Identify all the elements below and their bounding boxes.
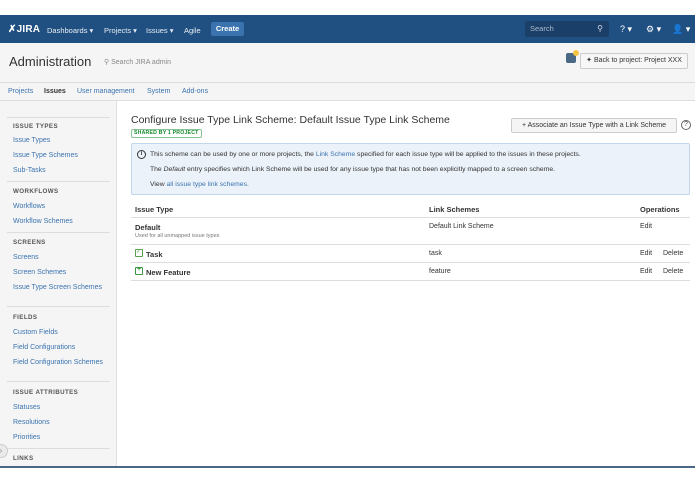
sidebar-item-issue-type-schemes[interactable]: Issue Type Schemes (13, 152, 108, 160)
sidebar-divider (7, 117, 110, 118)
nav-dashboards[interactable]: Dashboards ▾ (47, 26, 93, 35)
top-nav-bar: ✗JIRA Dashboards ▾ Projects ▾ Issues ▾ A… (0, 15, 695, 43)
collapse-sidebar-icon[interactable]: › (0, 444, 8, 458)
info-text: specified for each issue type will be ap… (357, 151, 581, 158)
sidebar-heading-workflows: WORKFLOWS (13, 188, 59, 195)
info-line-1: This scheme can be used by one or more p… (150, 151, 581, 158)
tab-add-ons[interactable]: Add-ons (182, 88, 208, 95)
row-task-scheme-link[interactable]: task (429, 250, 442, 257)
help-icon[interactable]: ? (681, 120, 691, 130)
sidebar-item-screen-schemes[interactable]: Screen Schemes (13, 269, 108, 277)
sidebar-item-field-configurations[interactable]: Field Configurations (13, 344, 108, 352)
info-text: This scheme can be used by one or more p… (150, 151, 314, 158)
admin-search-placeholder: Search JIRA admin (111, 59, 171, 66)
footer-divider (0, 466, 695, 468)
page-title: Administration (9, 54, 92, 69)
sidebar-item-workflows[interactable]: Workflows (13, 203, 108, 211)
admin-sidebar: ISSUE TYPES Issue Types Issue Type Schem… (0, 101, 117, 466)
column-header-issue-type: Issue Type (135, 205, 174, 214)
info-message: i This scheme can be used by one or more… (131, 143, 690, 195)
gear-icon[interactable]: ⚙ ▾ (646, 24, 661, 35)
sidebar-item-priorities[interactable]: Priorities (13, 434, 108, 442)
sidebar-heading-issue-attributes: ISSUE ATTRIBUTES (13, 389, 79, 396)
sidebar-item-sub-tasks[interactable]: Sub-Tasks (13, 167, 108, 175)
info-icon: i (137, 150, 146, 159)
info-emphasis: Default (163, 166, 186, 173)
admin-tabs: Projects Issues User management System A… (0, 83, 695, 101)
search-icon: ⚲ (597, 24, 603, 33)
sidebar-item-field-configuration-schemes[interactable]: Field Configuration Schemes (13, 359, 108, 367)
associate-issue-type-button[interactable]: + Associate an Issue Type with a Link Sc… (511, 118, 677, 133)
sidebar-divider (7, 448, 110, 449)
row-task-type: Task (146, 250, 163, 259)
column-header-link-schemes: Link Schemes (429, 205, 480, 214)
table-row-divider (131, 244, 690, 245)
sidebar-item-custom-fields[interactable]: Custom Fields (13, 329, 108, 337)
sidebar-divider (7, 381, 110, 382)
tab-projects[interactable]: Projects (8, 88, 33, 95)
help-menu-icon[interactable]: ? ▾ (620, 24, 632, 35)
nav-projects[interactable]: Projects ▾ (104, 26, 137, 35)
sidebar-item-statuses[interactable]: Statuses (13, 404, 108, 412)
tab-system[interactable]: System (147, 88, 170, 95)
row-task-edit-link[interactable]: Edit (640, 250, 652, 257)
new-feature-icon (135, 266, 143, 275)
column-header-operations: Operations (640, 205, 680, 214)
user-avatar-icon[interactable]: 👤 ▾ (672, 24, 690, 35)
row-new-feature-type: New Feature (146, 268, 191, 277)
tab-issues[interactable]: Issues (44, 88, 66, 95)
sidebar-item-workflow-schemes[interactable]: Workflow Schemes (13, 218, 108, 226)
info-text: entry specifies which Link Scheme will b… (187, 166, 556, 173)
sidebar-item-screens[interactable]: Screens (13, 254, 108, 262)
sidebar-item-issue-types[interactable]: Issue Types (13, 137, 108, 145)
sidebar-heading-fields: FIELDS (13, 314, 38, 321)
scheme-title: Configure Issue Type Link Scheme: Defaul… (131, 114, 450, 126)
all-schemes-link[interactable]: all issue type link schemes. (167, 181, 249, 188)
row-task-delete-link[interactable]: Delete (663, 250, 683, 257)
sidebar-heading-screens: SCREENS (13, 239, 46, 246)
row-new-feature-edit-link[interactable]: Edit (640, 268, 652, 275)
admin-header: Administration ⚲ Search JIRA admin ✦ Bac… (0, 43, 695, 83)
info-line-2: The Default entry specifies which Link S… (150, 166, 555, 173)
row-new-feature-delete-link[interactable]: Delete (663, 268, 683, 275)
row-new-feature-scheme-link[interactable]: feature (429, 268, 451, 275)
back-to-project-label: Back to project: Project XXX (593, 57, 682, 64)
back-to-project-button[interactable]: ✦ Back to project: Project XXX (580, 53, 688, 69)
row-default-edit-link[interactable]: Edit (640, 223, 652, 230)
sidebar-divider (7, 232, 110, 233)
nav-issues[interactable]: Issues ▾ (146, 26, 174, 35)
sidebar-item-resolutions[interactable]: Resolutions (13, 419, 108, 427)
search-placeholder: Search (530, 24, 554, 33)
task-icon (135, 248, 143, 257)
arrow-left-icon: ✦ (586, 57, 594, 64)
create-button[interactable]: Create (211, 22, 244, 36)
info-text: View (150, 181, 165, 188)
jira-logo-text: JIRA (16, 24, 41, 35)
table-row-divider (131, 280, 690, 281)
link-scheme-link[interactable]: Link Scheme (316, 151, 355, 158)
shared-badge[interactable]: SHARED BY 1 PROJECT (131, 129, 202, 138)
info-text: The (150, 166, 162, 173)
jira-logo[interactable]: ✗JIRA (8, 24, 40, 35)
search-input[interactable]: Search ⚲ (525, 21, 609, 37)
nav-agile[interactable]: Agile (184, 26, 201, 35)
associate-issue-type-label: Associate an Issue Type with a Link Sche… (527, 122, 667, 129)
row-default-scheme-link[interactable]: Default Link Scheme (429, 223, 494, 230)
admin-search-input[interactable]: ⚲ Search JIRA admin (104, 58, 171, 66)
sidebar-item-issue-type-screen-schemes[interactable]: Issue Type Screen Schemes (13, 284, 108, 292)
table-header-divider (131, 217, 690, 218)
notification-icon[interactable] (566, 50, 579, 63)
sidebar-heading-issue-types: ISSUE TYPES (13, 123, 58, 130)
sidebar-divider (7, 306, 110, 307)
sidebar-divider (7, 181, 110, 182)
info-line-3: View all issue type link schemes. (150, 181, 249, 188)
table-row-divider (131, 262, 690, 263)
row-default-type: Default (135, 223, 161, 232)
tab-user-management[interactable]: User management (77, 88, 135, 95)
jira-logo-icon: ✗ (8, 24, 17, 35)
sidebar-heading-links: LINKS (13, 455, 34, 462)
row-default-description: Used for all unmapped issue types (135, 233, 220, 239)
